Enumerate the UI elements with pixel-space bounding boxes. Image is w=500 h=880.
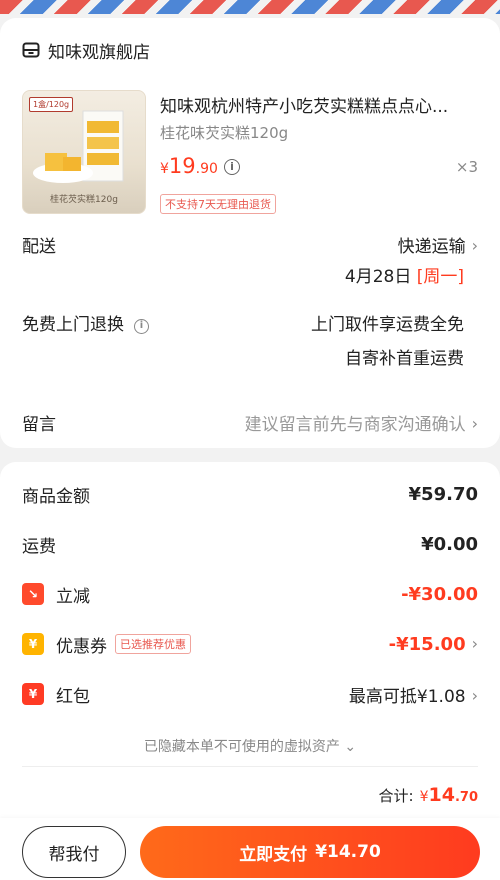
product-spec: 桂花味芡实糕120g [160,124,289,142]
delivery-method[interactable]: 快递运输 › [398,232,478,257]
recommended-coupon-tag: 已选推荐优惠 [115,634,191,654]
chevron-right-icon: › [471,236,478,255]
delivery-method-text: 快递运输 [397,237,466,257]
goods-amount-label: 商品金额 [22,486,90,507]
delivery-date: 4月28日 [周一] [345,262,464,287]
product-thumbnail[interactable]: 1盒/120g 桂花芡实糕120g [22,90,146,214]
product-title[interactable]: 知味观杭州特产小吃芡实糕糕点点心... [160,92,476,117]
delivery-weekday: [周一] [416,267,464,287]
total-integer: 14 [428,784,455,806]
chevron-down-icon: ⌄ [344,739,357,755]
price-decimal: .90 [195,161,218,177]
order-item-card: 知味观旗舰店 1盒/120g 桂花芡实糕120g 知味观杭州特产小吃芡实糕糕点点… [0,18,500,448]
chevron-right-icon: › [471,414,478,433]
product-price: ¥ 19 .90 [160,154,218,178]
pay-now-button[interactable]: 立即支付 ¥14.70 [140,826,480,878]
order-total: 合计: ¥ 14 .70 [379,784,478,806]
pay-now-label: 立即支付 [239,844,308,865]
total-symbol: ¥ [419,789,429,805]
pay-now-amount: ¥14.70 [315,842,381,862]
coupon-icon: ¥ [22,633,44,655]
message-placeholder: 建议留言前先与商家沟通确认 [244,415,466,435]
discount-row: ↘ 立减 -¥30.00 [22,580,478,608]
price-symbol: ¥ [160,161,169,177]
price-info-icon[interactable]: i [224,159,240,175]
goods-amount-value: ¥59.70 [408,483,478,505]
checkout-bar: 帮我付 立即支付 ¥14.70 [0,818,500,880]
airmail-stripe [0,0,500,14]
return-service-line1: 上门取件享运费全免 [311,315,464,335]
shipping-label: 运费 [22,536,56,557]
red-packet-label: 红包 [56,686,90,707]
discount-label: 立减 [56,586,90,607]
red-packet-row[interactable]: ¥ 红包 最高可抵¥1.08 › [22,680,478,708]
hidden-assets-toggle[interactable]: 已隐藏本单不可使用的虚拟资产 ⌄ [0,736,500,756]
coupon-row[interactable]: ¥ 优惠券 已选推荐优惠 -¥15.00 › [22,630,478,658]
discount-arrow-icon: ↘ [22,583,44,605]
chevron-right-icon: › [471,633,478,653]
message-input[interactable]: 建议留言前先与商家沟通确认 › [245,410,478,435]
return-policy-badge: 不支持7天无理由退货 [160,194,276,214]
shipping-row: 运费 ¥0.00 [22,530,478,558]
total-decimal: .70 [454,790,478,805]
return-service-line2: 自寄补首重运费 [345,349,464,369]
price-integer: 19 [168,154,196,178]
chevron-right-icon: › [471,685,478,705]
hidden-assets-text: 已隐藏本单不可使用的虚拟资产 [143,739,340,755]
shop-name: 知味观旗舰店 [48,42,150,63]
shipping-value: ¥0.00 [421,533,478,555]
store-icon [22,42,40,58]
delivery-label: 配送 [22,237,56,257]
message-label: 留言 [22,415,56,435]
discount-value: -¥30.00 [401,583,478,605]
return-service-text: 免费上门退换 [22,315,124,335]
total-label: 合计: [378,787,414,805]
thumbnail-caption: 桂花芡实糕120g [50,195,118,205]
price-summary-card: 商品金额 ¥59.70 运费 ¥0.00 ↘ 立减 -¥30.00 ¥ 优惠券 … [0,462,500,862]
red-packet-value: 最高可抵¥1.08 [348,686,466,707]
shop-header[interactable]: 知味观旗舰店 [22,38,150,63]
product-quantity: ×3 [455,158,478,176]
return-service-label: 免费上门退换 i [22,310,149,335]
help-me-pay-button[interactable]: 帮我付 [22,826,126,878]
coupon-label: 优惠券 [56,636,107,657]
delivery-date-text: 4月28日 [344,267,412,287]
goods-amount-row: 商品金额 ¥59.70 [22,480,478,508]
coupon-value: -¥15.00 [388,633,466,655]
info-icon[interactable]: i [134,319,149,334]
red-packet-icon: ¥ [22,683,44,705]
divider [22,766,478,767]
